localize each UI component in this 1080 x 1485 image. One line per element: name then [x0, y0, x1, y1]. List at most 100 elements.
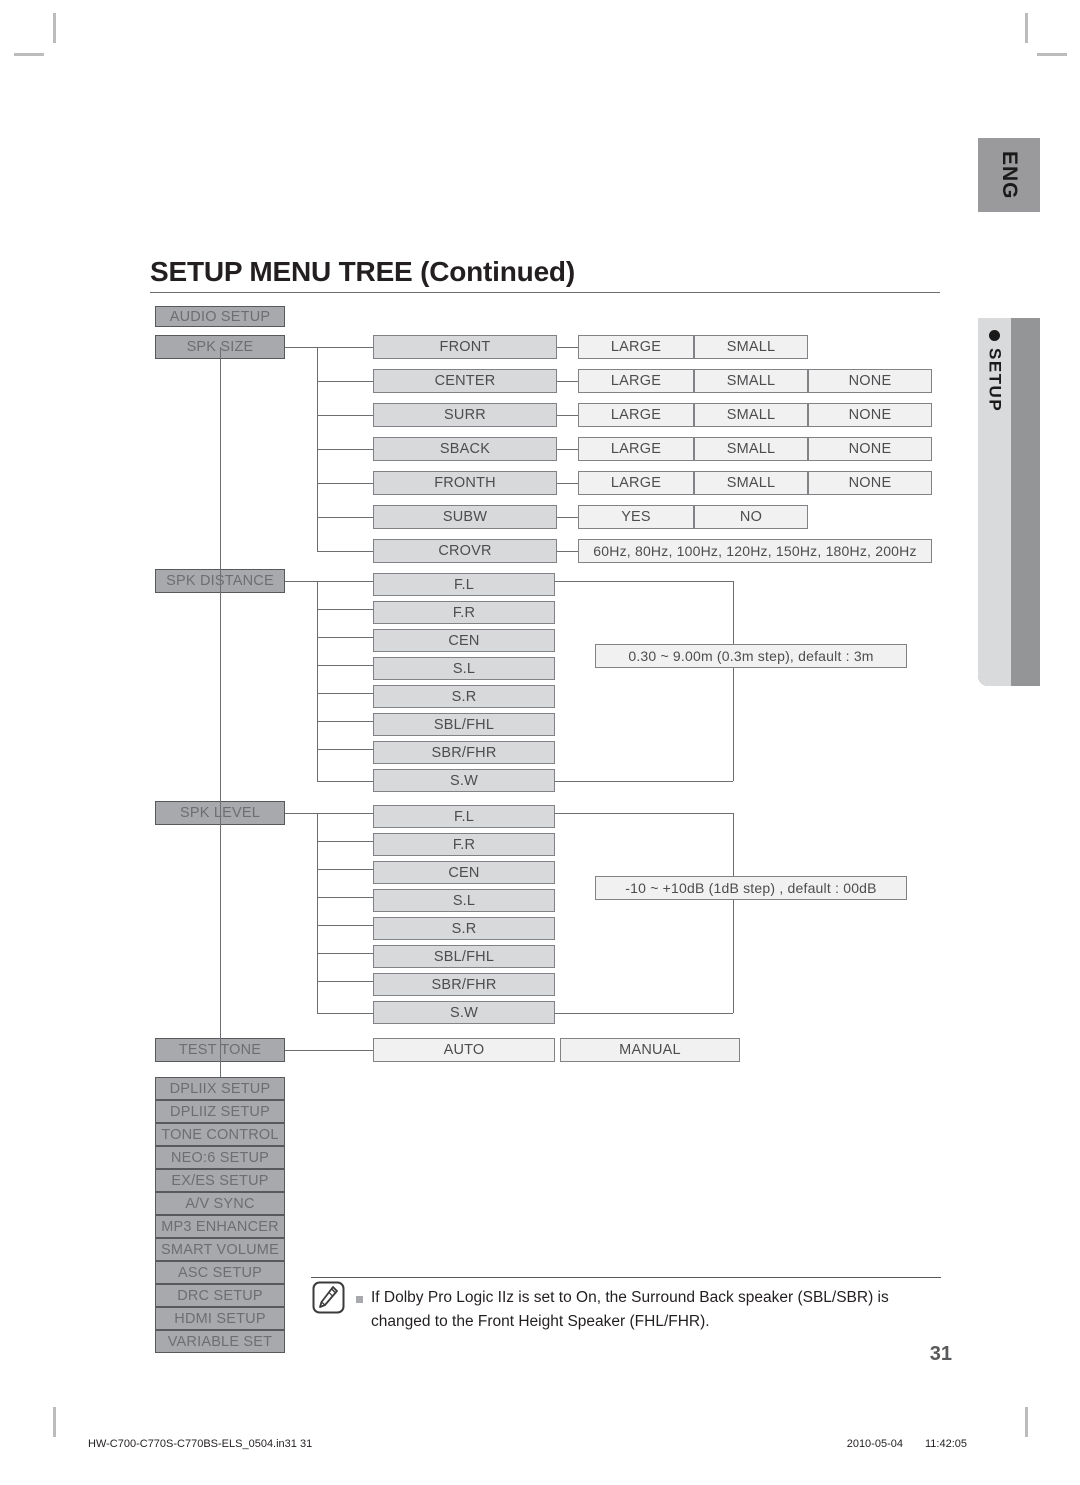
branch-trunk-spk-distance	[317, 581, 318, 781]
connector-lvl-fr	[317, 841, 373, 842]
connector-lvl-sbr	[317, 981, 373, 982]
setup-menu-tree-diagram: AUDIO SETUP SPK SIZE SPK DISTANCE SPK LE…	[0, 0, 1080, 1485]
value-spk-level-range: -10 ~ +10dB (1dB step) , default : 00dB	[595, 876, 907, 900]
connector-surr	[317, 415, 373, 416]
connector-fronth	[317, 483, 373, 484]
sidebar-item-dpliiz-setup[interactable]: DPLIIZ SETUP	[155, 1100, 285, 1123]
option-subw-yes[interactable]: YES	[578, 505, 694, 529]
footer-date: 2010-05-04	[846, 1438, 903, 1450]
sidebar-item-asc-setup[interactable]: ASC SETUP	[155, 1261, 285, 1284]
connector-lvl-sbl	[317, 953, 373, 954]
connector-front-options	[557, 347, 578, 348]
connector-dist-sw	[317, 781, 373, 782]
level-bracket-bottom	[555, 1013, 733, 1014]
value-crovr-frequencies: 60Hz, 80Hz, 100Hz, 120Hz, 150Hz, 180Hz, …	[578, 539, 932, 563]
option-test-tone-manual[interactable]: MANUAL	[560, 1038, 740, 1062]
sidebar-item-smart-volume[interactable]: SMART VOLUME	[155, 1238, 285, 1261]
node-front[interactable]: FRONT	[373, 335, 557, 359]
option-surr-small[interactable]: SMALL	[694, 403, 808, 427]
sidebar-item-dpliix-setup[interactable]: DPLIIX SETUP	[155, 1077, 285, 1100]
node-dist-cen[interactable]: CEN	[373, 629, 555, 652]
option-sback-small[interactable]: SMALL	[694, 437, 808, 461]
node-level-fl[interactable]: F.L	[373, 805, 555, 828]
note-bullet-icon	[356, 1296, 363, 1303]
node-dist-sbr-fhr[interactable]: SBR/FHR	[373, 741, 555, 764]
sidebar-item-av-sync[interactable]: A/V SYNC	[155, 1192, 285, 1215]
node-level-sbr-fhr[interactable]: SBR/FHR	[373, 973, 555, 996]
connector-front	[317, 347, 373, 348]
node-level-fr[interactable]: F.R	[373, 833, 555, 856]
note-text: If Dolby Pro Logic IIz is set to On, the…	[371, 1289, 889, 1330]
node-level-cen[interactable]: CEN	[373, 861, 555, 884]
connector-dist-fl	[317, 581, 373, 582]
connector-dist-sl	[317, 665, 373, 666]
sidebar-item-variable-set[interactable]: VARIABLE SET	[155, 1330, 285, 1353]
sidebar-item-exes-setup[interactable]: EX/ES SETUP	[155, 1169, 285, 1192]
connector-fronth-options	[557, 483, 578, 484]
connector-dist-sr	[317, 693, 373, 694]
dist-bracket-top	[555, 581, 733, 582]
node-dist-sl[interactable]: S.L	[373, 657, 555, 680]
level-bracket-right	[733, 813, 734, 1013]
node-dist-sr[interactable]: S.R	[373, 685, 555, 708]
node-crovr[interactable]: CROVR	[373, 539, 557, 563]
dist-bracket-right	[733, 581, 734, 781]
connector-dist-fr	[317, 609, 373, 610]
option-front-large[interactable]: LARGE	[578, 335, 694, 359]
option-sback-none[interactable]: NONE	[808, 437, 932, 461]
node-surr[interactable]: SURR	[373, 403, 557, 427]
sidebar-item-neo6-setup[interactable]: NEO:6 SETUP	[155, 1146, 285, 1169]
dist-bracket-bottom	[555, 781, 733, 782]
node-level-sw[interactable]: S.W	[373, 1001, 555, 1024]
connector-lvl-fl	[317, 813, 373, 814]
sidebar-item-mp3-enhancer[interactable]: MP3 ENHANCER	[155, 1215, 285, 1238]
option-sback-large[interactable]: LARGE	[578, 437, 694, 461]
page-number: 31	[929, 1343, 952, 1365]
option-surr-none[interactable]: NONE	[808, 403, 932, 427]
note-pen-icon	[312, 1281, 345, 1314]
connector-sback	[317, 449, 373, 450]
footer-time: 11:42:05	[924, 1438, 967, 1450]
option-test-tone-auto[interactable]: AUTO	[373, 1038, 555, 1062]
option-center-none[interactable]: NONE	[808, 369, 932, 393]
connector-subw-options	[557, 517, 578, 518]
footer-timestamp: 2010-05-04 11:42:05	[847, 1438, 967, 1450]
connector-crovr	[317, 551, 373, 552]
connector-center-options	[557, 381, 578, 382]
node-dist-sbl-fhl[interactable]: SBL/FHL	[373, 713, 555, 736]
sidebar-item-hdmi-setup[interactable]: HDMI SETUP	[155, 1307, 285, 1330]
trunk-line-main	[220, 347, 221, 1077]
node-center[interactable]: CENTER	[373, 369, 557, 393]
connector-dist-sbl	[317, 721, 373, 722]
option-fronth-none[interactable]: NONE	[808, 471, 932, 495]
option-fronth-large[interactable]: LARGE	[578, 471, 694, 495]
sidebar-item-drc-setup[interactable]: DRC SETUP	[155, 1284, 285, 1307]
node-fronth[interactable]: FRONTH	[373, 471, 557, 495]
branch-trunk-spk-level	[317, 813, 318, 1013]
node-level-sl[interactable]: S.L	[373, 889, 555, 912]
option-center-small[interactable]: SMALL	[694, 369, 808, 393]
node-sback[interactable]: SBACK	[373, 437, 557, 461]
menu-root-audio-setup[interactable]: AUDIO SETUP	[155, 306, 285, 327]
option-surr-large[interactable]: LARGE	[578, 403, 694, 427]
node-level-sbl-fhl[interactable]: SBL/FHL	[373, 945, 555, 968]
value-spk-distance-range: 0.30 ~ 9.00m (0.3m step), default : 3m	[595, 644, 907, 668]
connector-lvl-sw	[317, 1013, 373, 1014]
node-dist-fl[interactable]: F.L	[373, 573, 555, 596]
connector-dist-cen	[317, 637, 373, 638]
node-level-sr[interactable]: S.R	[373, 917, 555, 940]
connector-surr-options	[557, 415, 578, 416]
node-dist-fr[interactable]: F.R	[373, 601, 555, 624]
option-subw-no[interactable]: NO	[694, 505, 808, 529]
sidebar-item-tone-control[interactable]: TONE CONTROL	[155, 1123, 285, 1146]
note-divider	[311, 1277, 941, 1278]
branch-line-test-tone	[285, 1050, 373, 1051]
option-front-small[interactable]: SMALL	[694, 335, 808, 359]
node-dist-sw[interactable]: S.W	[373, 769, 555, 792]
connector-sback-options	[557, 449, 578, 450]
option-fronth-small[interactable]: SMALL	[694, 471, 808, 495]
connector-crovr-values	[557, 551, 578, 552]
connector-dist-sbr	[317, 749, 373, 750]
option-center-large[interactable]: LARGE	[578, 369, 694, 393]
node-subw[interactable]: SUBW	[373, 505, 557, 529]
